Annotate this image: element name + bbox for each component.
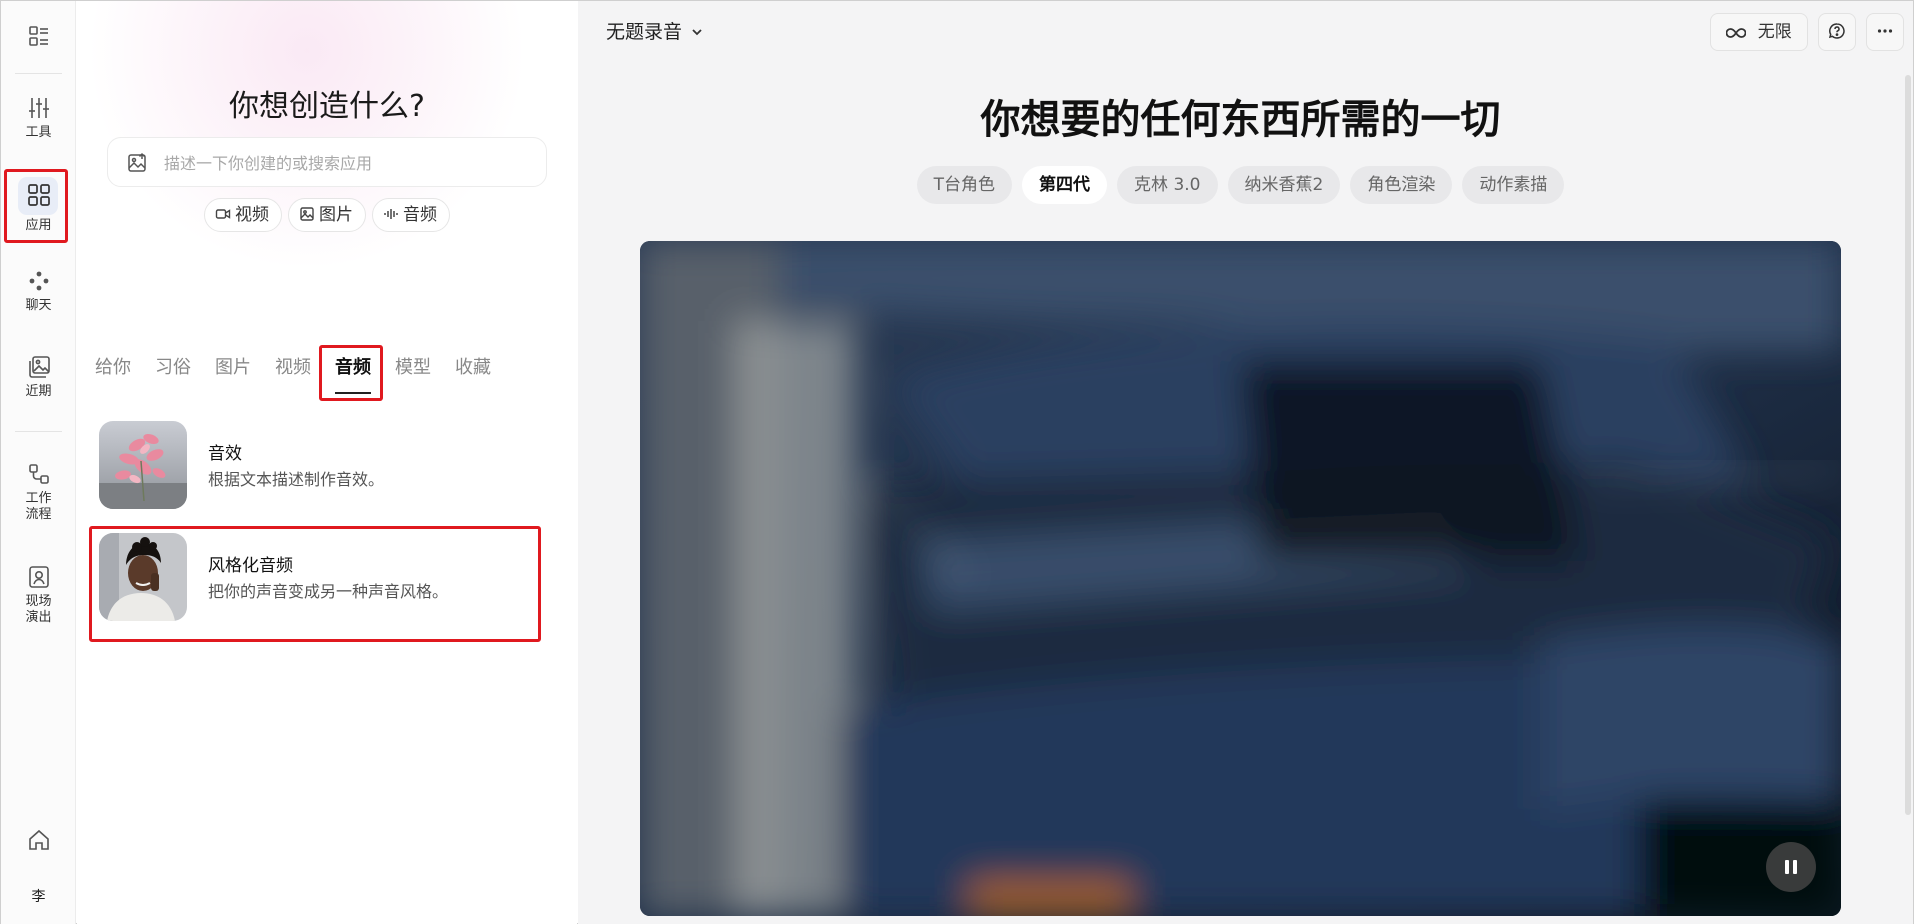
rail-item-label: 聊天 — [25, 298, 52, 313]
card-highlight-box — [89, 526, 541, 642]
apps-panel: 你想创造什么? 视频 图片 音频 给你 习俗 图片 视频 音频 — [77, 1, 577, 924]
pause-icon — [1785, 860, 1797, 874]
chip-label: 音频 — [403, 205, 437, 225]
rail-item-tools[interactable]: 工具 — [1, 95, 76, 141]
tab-video[interactable]: 视频 — [275, 355, 311, 381]
app-card-sound-effects[interactable]: 音效 根据文本描述制作音效。 — [99, 421, 529, 513]
tab-highlight-box — [319, 345, 383, 401]
video-frame-blurred-car — [640, 241, 1841, 916]
app-name: 音效 — [208, 444, 242, 464]
rail-item-label: 工作 流程 — [25, 491, 52, 522]
app-window: 工具 应用 聊天 近期 工作 流程 现场 演出 李 你想创造什么? 描述一下你创… — [0, 0, 1914, 924]
rail-item-workflow[interactable]: 工作 流程 — [1, 461, 76, 523]
avatar-initial: 李 — [31, 889, 46, 905]
hero-title: 你想要的任何东西所需的一切 — [980, 97, 1501, 143]
rail-highlight-box — [4, 169, 68, 243]
app-search-box[interactable] — [107, 137, 547, 187]
layout-list-icon — [28, 26, 48, 46]
main-scrollbar[interactable] — [1905, 75, 1911, 815]
rail-item-chat[interactable]: 聊天 — [1, 268, 76, 314]
infinite-plan-button[interactable]: 无限 — [1710, 13, 1808, 51]
chip-label: 视频 — [235, 205, 269, 225]
category-tabs: 给你 习俗 图片 视频 音频 模型 收藏 — [95, 355, 515, 394]
left-rail: 工具 应用 聊天 近期 工作 流程 现场 演出 李 — [1, 1, 76, 924]
rail-item-label: 工具 — [25, 125, 52, 140]
pill-character-render[interactable]: 角色渲染 — [1350, 166, 1453, 204]
main-area: 无题录音 无限 你想要的任何东西所需的一切 T台角色 第四代 克林 3.0 纳米… — [578, 1, 1913, 924]
image-upload-icon[interactable] — [126, 152, 148, 174]
rail-divider — [15, 431, 62, 432]
pill-runway-character[interactable]: T台角色 — [916, 166, 1013, 204]
infinite-label: 无限 — [1757, 22, 1792, 42]
pill-kling[interactable]: 克林 3.0 — [1117, 166, 1218, 204]
panel-title: 你想创造什么? — [229, 89, 425, 124]
home-icon — [28, 829, 49, 850]
tab-image[interactable]: 图片 — [215, 355, 251, 381]
tab-custom[interactable]: 习俗 — [155, 355, 191, 381]
chip-video[interactable]: 视频 — [204, 198, 282, 232]
tab-favorites[interactable]: 收藏 — [455, 355, 491, 381]
user-avatar[interactable]: 李 — [1, 885, 76, 905]
pink-flower-thumb — [99, 421, 187, 509]
rail-divider — [15, 73, 62, 74]
model-pills: T台角色 第四代 克林 3.0 纳米香蕉2 角色渲染 动作素描 — [578, 166, 1903, 204]
tab-models[interactable]: 模型 — [395, 355, 431, 381]
pill-motion-sketch[interactable]: 动作素描 — [1462, 166, 1565, 204]
rail-item-recent[interactable]: 近期 — [1, 354, 76, 400]
chat-nodes-icon — [29, 271, 48, 291]
infinity-icon — [1725, 28, 1747, 38]
more-options-button[interactable] — [1866, 13, 1904, 51]
help-chat-icon — [1828, 23, 1845, 39]
more-dots-icon — [1877, 29, 1893, 33]
preview-video[interactable] — [640, 241, 1841, 916]
workflow-icon — [28, 464, 49, 484]
portrait-icon — [28, 566, 49, 588]
image-icon — [300, 207, 314, 221]
media-type-chips: 视频 图片 音频 — [77, 198, 577, 232]
audio-wave-icon — [384, 209, 398, 219]
help-button[interactable] — [1818, 13, 1856, 51]
document-title: 无题录音 — [606, 21, 683, 43]
pill-gen4[interactable]: 第四代 — [1022, 166, 1108, 204]
tab-for-you[interactable]: 给你 — [95, 355, 131, 381]
chip-label: 图片 — [319, 205, 353, 225]
chip-image[interactable]: 图片 — [288, 198, 366, 232]
image-stack-icon — [28, 356, 50, 378]
pill-nano-banana[interactable]: 纳米香蕉2 — [1227, 166, 1341, 204]
app-description: 根据文本描述制作音效。 — [208, 470, 385, 489]
chip-audio[interactable]: 音频 — [372, 198, 450, 232]
document-title-dropdown[interactable]: 无题录音 — [606, 17, 704, 47]
video-icon — [215, 209, 231, 219]
rail-item-label: 近期 — [25, 384, 52, 399]
chevron-down-icon — [692, 29, 702, 36]
rail-item-live[interactable]: 现场 演出 — [1, 564, 76, 626]
rail-layout-toggle[interactable] — [1, 23, 76, 49]
rail-item-home[interactable] — [1, 827, 76, 853]
sliders-icon — [28, 98, 49, 118]
app-search-input[interactable] — [164, 148, 534, 178]
pause-button[interactable] — [1766, 842, 1816, 892]
rail-item-label: 现场 演出 — [25, 594, 52, 625]
